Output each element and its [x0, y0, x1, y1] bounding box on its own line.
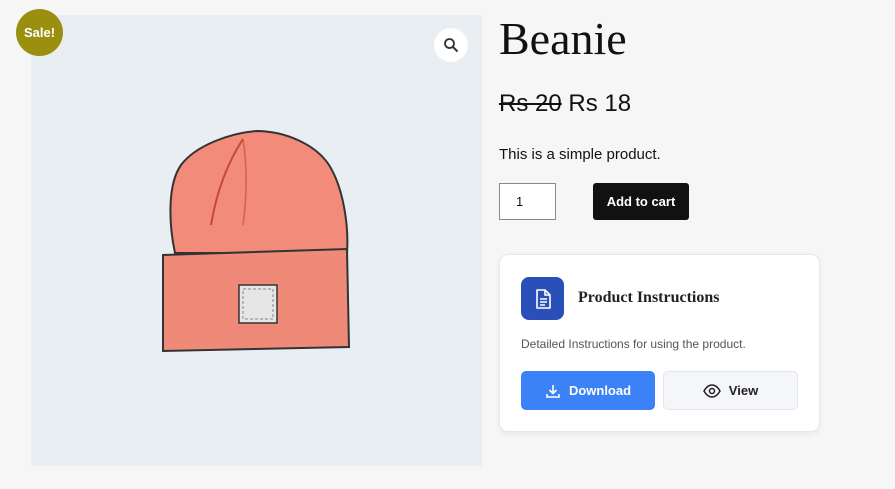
short-description: This is a simple product. [499, 146, 661, 163]
product-title: Beanie [499, 13, 627, 64]
magnifier-icon [444, 38, 459, 53]
view-button[interactable]: View [663, 371, 798, 410]
eye-icon [702, 383, 721, 398]
card-title: Product Instructions [578, 289, 720, 306]
download-icon [546, 384, 560, 398]
card-description: Detailed Instructions for using the prod… [521, 337, 746, 351]
price-original: Rs 20 [499, 90, 562, 117]
document-icon [535, 288, 551, 309]
download-button[interactable]: Download [521, 371, 655, 410]
sale-badge: Sale! [16, 9, 63, 56]
add-to-cart-button[interactable]: Add to cart [593, 183, 689, 220]
product-price: Rs 20 Rs 18 [499, 90, 631, 118]
price-sale: Rs 18 [568, 90, 632, 117]
zoom-button[interactable] [434, 28, 468, 62]
view-label: View [728, 383, 759, 398]
instructions-card: Product Instructions Detailed Instructio… [499, 254, 820, 432]
card-icon-box [521, 277, 564, 320]
product-gallery [31, 15, 482, 466]
product-image [162, 129, 351, 353]
quantity-input[interactable] [499, 183, 556, 220]
download-label: Download [568, 383, 632, 398]
